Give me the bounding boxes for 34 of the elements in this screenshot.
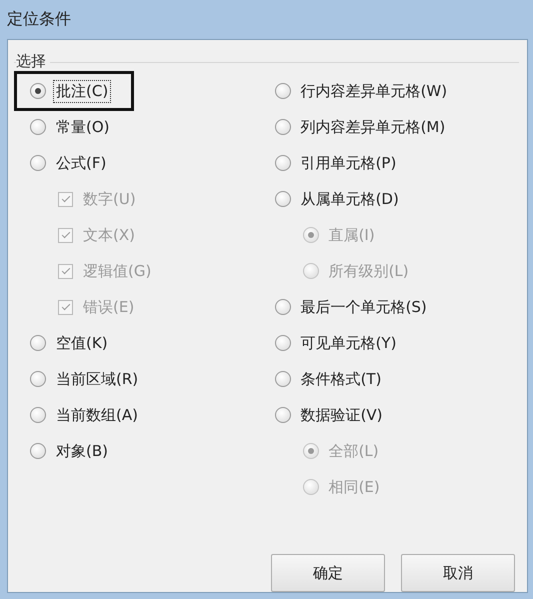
window-title: 定位条件 xyxy=(7,9,71,30)
radio-option[interactable]: 列内容差异单元格(M) xyxy=(274,116,448,138)
radio-option[interactable]: 对象(B) xyxy=(30,440,110,462)
radio-option[interactable]: 批注(C) xyxy=(30,80,110,102)
group-title: 选择 xyxy=(16,52,50,71)
radio-button[interactable] xyxy=(274,119,291,135)
radio-option[interactable]: 引用单元格(P) xyxy=(274,152,398,174)
radio-option[interactable]: 数据验证(V) xyxy=(274,404,385,426)
radio-option[interactable]: 行内容差异单元格(W) xyxy=(274,80,450,102)
radio-button[interactable] xyxy=(274,407,291,423)
radio-button[interactable] xyxy=(274,371,291,387)
radio-option[interactable]: 当前区域(R) xyxy=(30,368,140,390)
radio-button[interactable] xyxy=(30,155,46,171)
radio-button[interactable] xyxy=(274,335,291,351)
radio-button[interactable] xyxy=(30,119,46,135)
radio-option[interactable]: 条件格式(T) xyxy=(274,368,384,390)
radio-button[interactable] xyxy=(30,443,46,459)
radio-button[interactable] xyxy=(30,83,46,99)
radio-option[interactable]: 空值(K) xyxy=(30,332,110,354)
radio-option[interactable]: 常量(O) xyxy=(30,116,112,138)
radio-button[interactable] xyxy=(274,299,291,315)
radio-button[interactable] xyxy=(274,155,291,171)
radio-option[interactable]: 公式(F) xyxy=(30,152,108,174)
radio-option[interactable]: 可见单元格(Y) xyxy=(274,332,398,354)
radio-button[interactable] xyxy=(30,371,46,387)
radio-button[interactable] xyxy=(30,407,46,423)
ok-button[interactable]: 确定 xyxy=(271,554,385,592)
radio-button[interactable] xyxy=(274,191,291,207)
cancel-button[interactable]: 取消 xyxy=(401,554,515,592)
radio-option[interactable]: 当前数组(A) xyxy=(30,404,140,426)
radio-button[interactable] xyxy=(274,83,291,99)
radio-option[interactable]: 从属单元格(D) xyxy=(274,188,401,210)
radio-button[interactable] xyxy=(30,335,46,351)
radio-option[interactable]: 最后一个单元格(S) xyxy=(274,296,429,318)
